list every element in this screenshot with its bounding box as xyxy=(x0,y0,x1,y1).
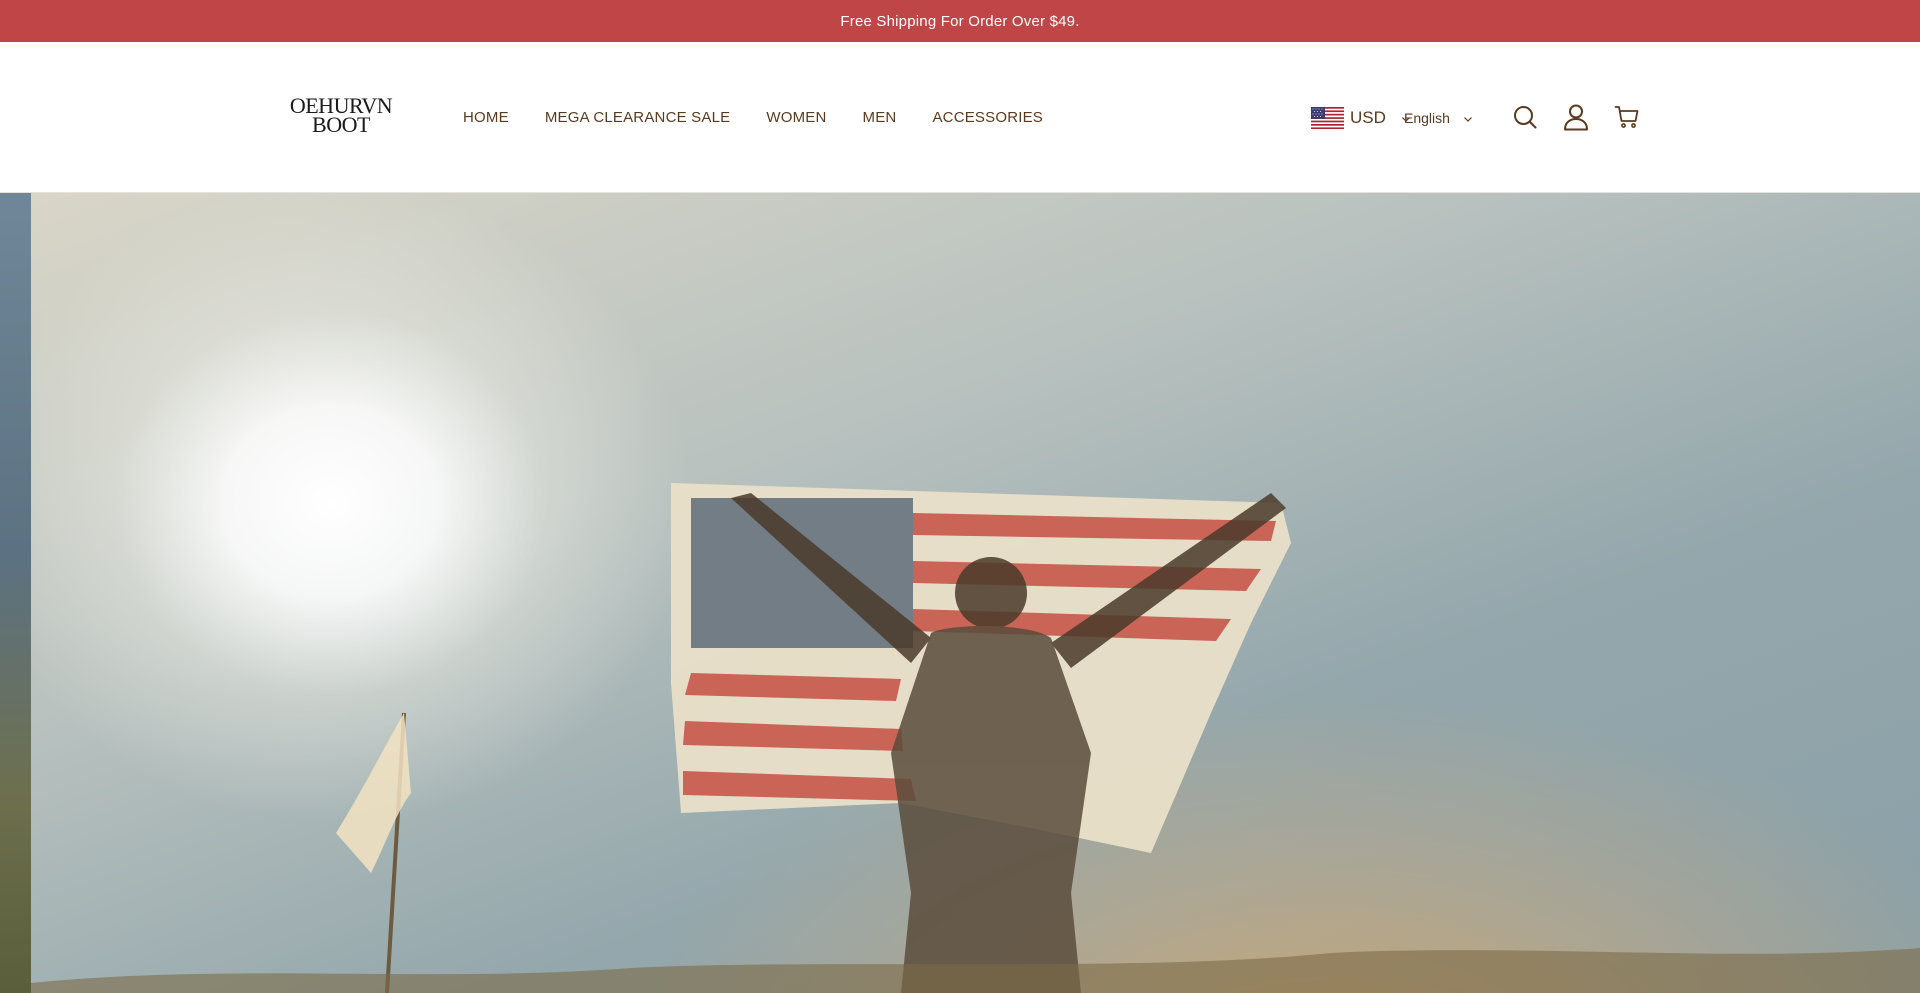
nav-item-accessories[interactable]: ACCESSORIES xyxy=(932,109,1043,126)
main-nav: HOME MEGA CLEARANCE SALE WOMEN MEN ACCES… xyxy=(463,42,1079,193)
language-selector[interactable]: English xyxy=(1396,42,1474,193)
search-button[interactable] xyxy=(1510,104,1540,134)
hero-previous-slide-peek xyxy=(0,193,31,993)
hero-image xyxy=(31,193,1920,993)
cart-button[interactable] xyxy=(1612,104,1642,134)
hero-banner[interactable] xyxy=(0,193,1920,993)
announcement-bar: Free Shipping For Order Over $49. xyxy=(0,0,1920,42)
cart-icon xyxy=(1614,104,1640,135)
currency-code: USD xyxy=(1350,107,1386,127)
nav-item-men[interactable]: MEN xyxy=(863,109,897,126)
search-icon xyxy=(1512,104,1538,135)
us-flag-icon xyxy=(1311,106,1344,129)
account-icon xyxy=(1563,103,1589,136)
nav-item-women[interactable]: WOMEN xyxy=(766,109,826,126)
nav-item-mega-clearance-sale[interactable]: MEGA CLEARANCE SALE xyxy=(545,109,731,126)
chevron-down-icon xyxy=(1462,112,1474,124)
site-header: OEHURVN BOOT HOME MEGA CLEARANCE SALE WO… xyxy=(0,42,1920,193)
account-button[interactable] xyxy=(1561,104,1591,134)
announcement-text: Free Shipping For Order Over $49. xyxy=(840,12,1080,30)
logo-line-2: BOOT xyxy=(312,112,370,137)
nav-item-home[interactable]: HOME xyxy=(463,109,509,126)
hero-illustration xyxy=(31,483,1920,993)
brand-logo[interactable]: OEHURVN BOOT xyxy=(290,94,393,137)
language-label: English xyxy=(1404,109,1450,126)
